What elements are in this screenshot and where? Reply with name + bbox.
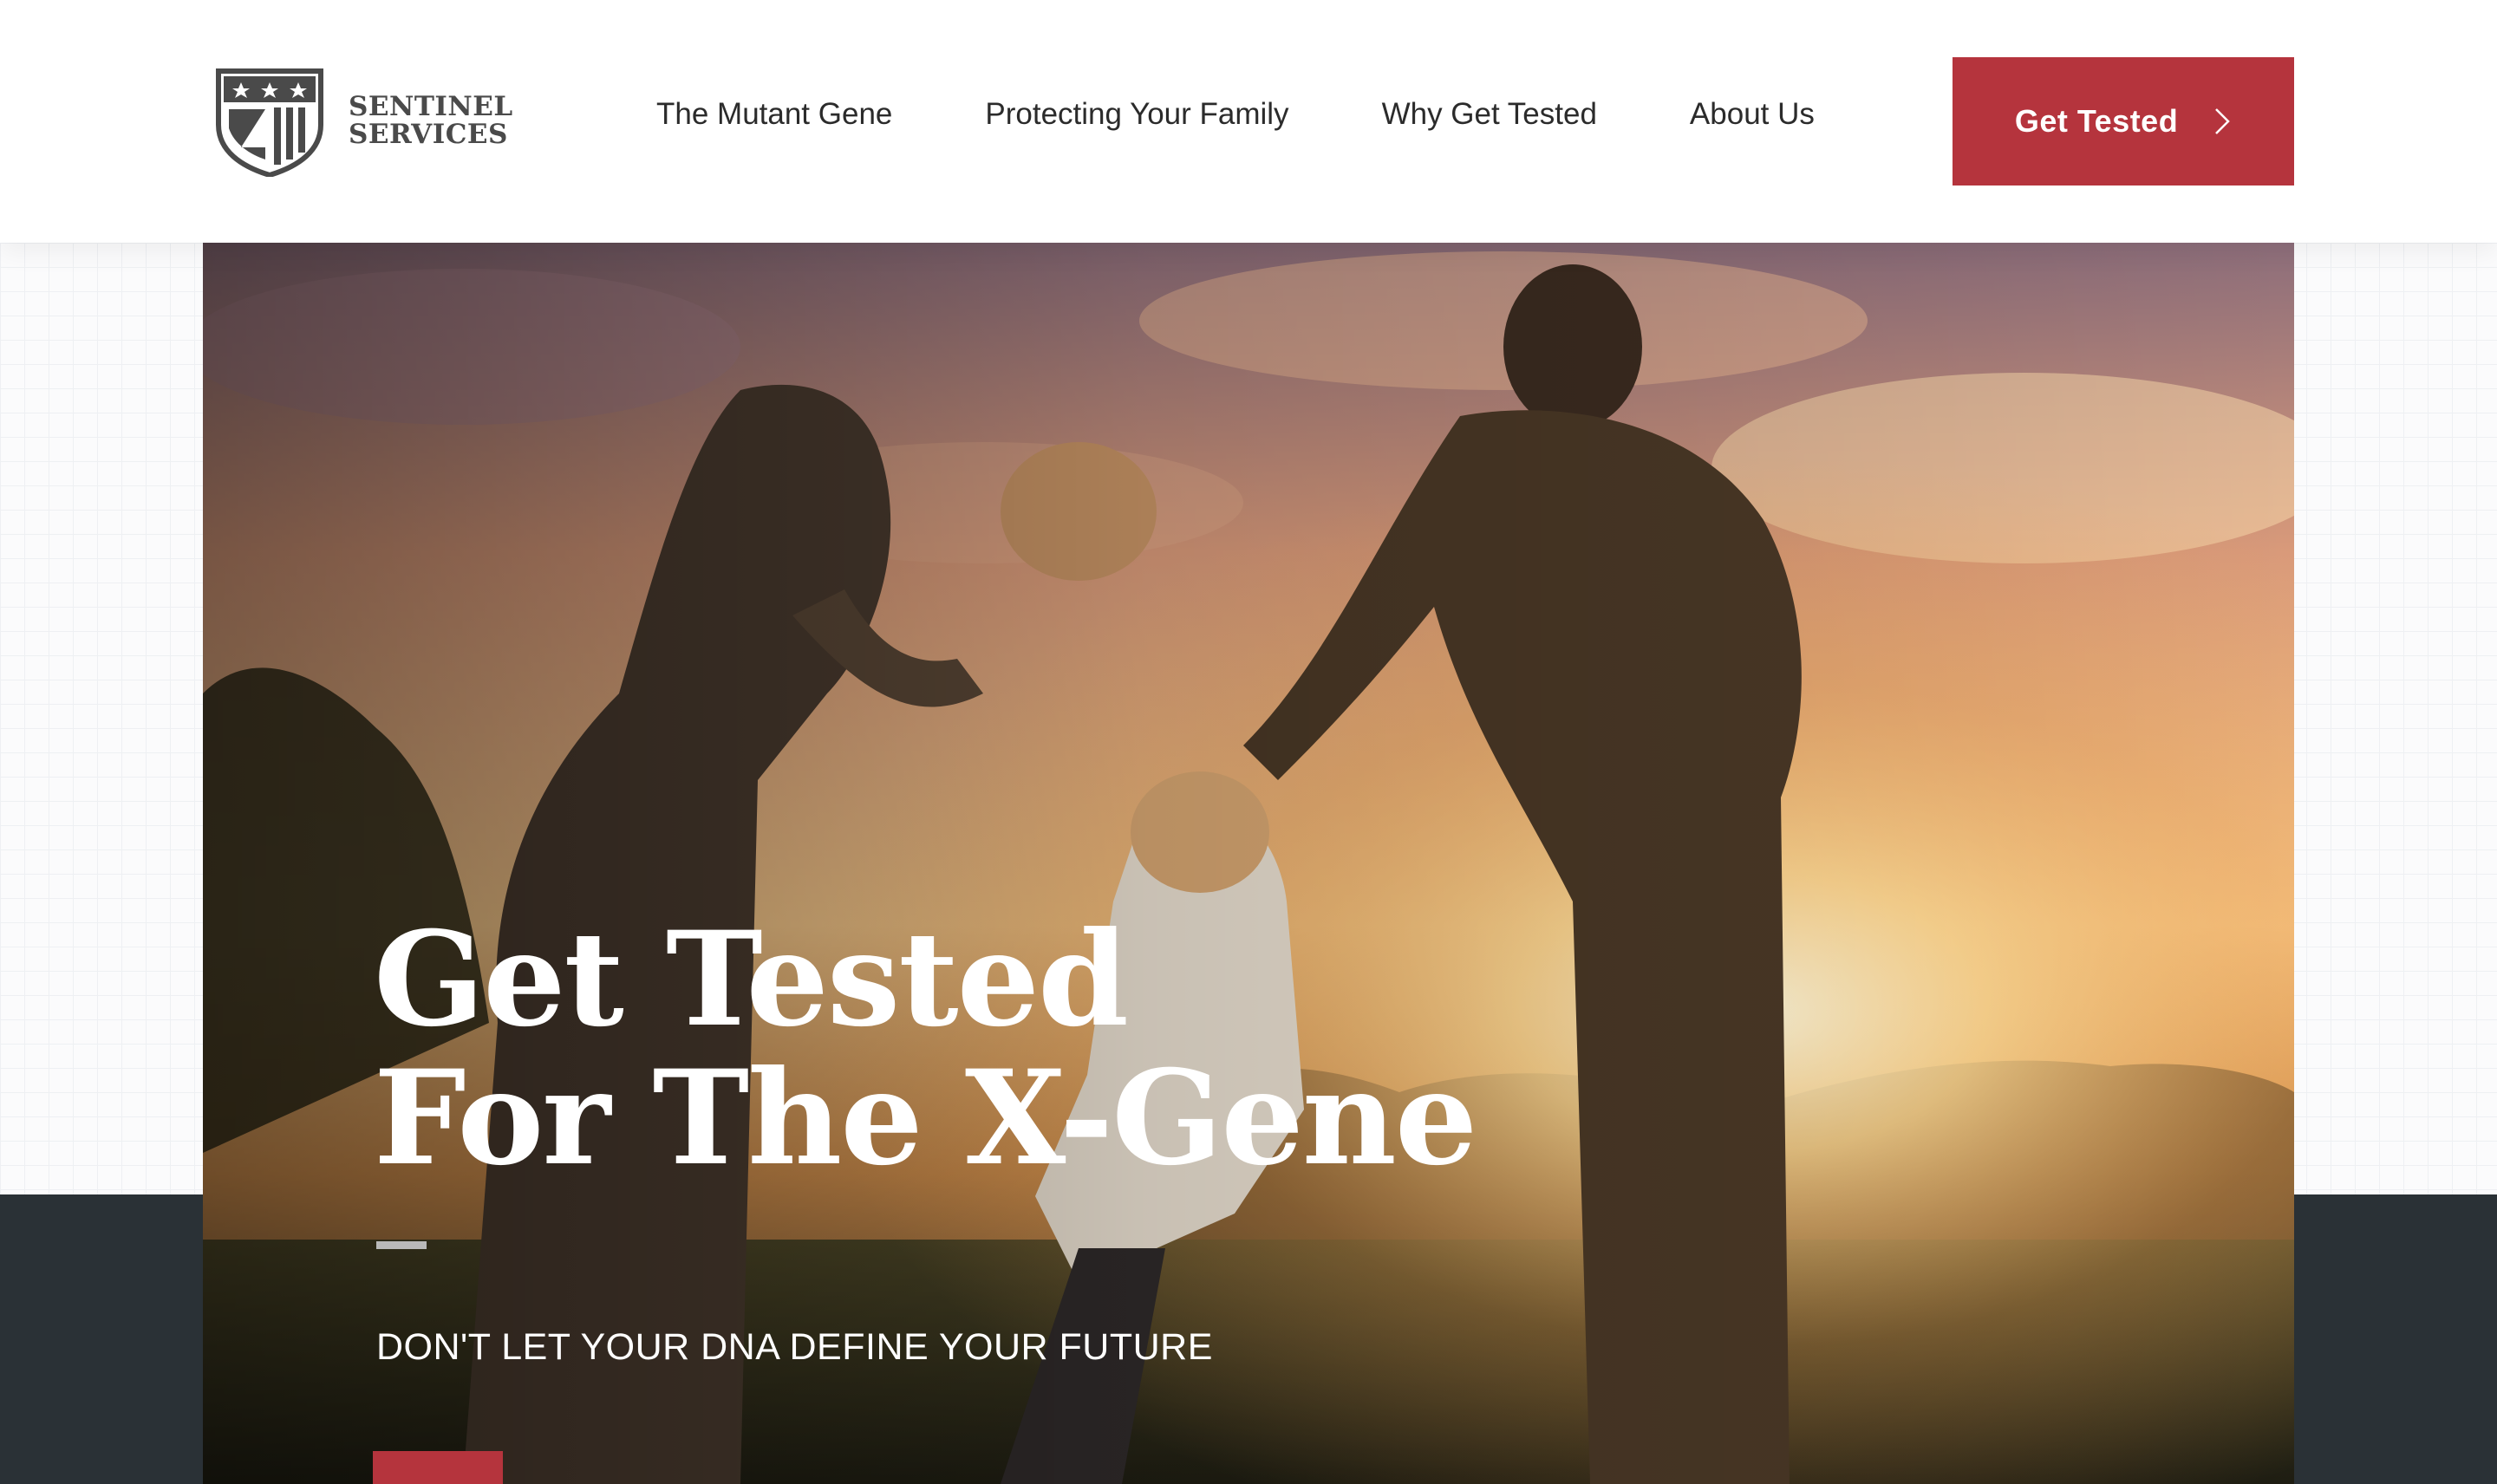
nav-item-about-us[interactable]: About Us <box>1690 97 1815 132</box>
hero-divider <box>376 1241 427 1249</box>
get-tested-button-label: Get Tested <box>2014 103 2179 139</box>
nav-item-mutant-gene[interactable]: The Mutant Gene <box>656 97 892 132</box>
get-tested-button[interactable]: Get Tested <box>1953 57 2294 186</box>
hero-tagline: DON'T LET YOUR DNA DEFINE YOUR FUTURE <box>376 1326 1213 1368</box>
shield-stars-icon <box>216 68 323 177</box>
hero-title-line1: Get Tested <box>374 903 1129 1056</box>
nav-item-protecting-family[interactable]: Protecting Your Family <box>985 97 1288 132</box>
brand-name-line2: SERVICES <box>349 119 508 150</box>
hero-title-line2: For The X-Gene <box>374 1042 1477 1194</box>
site-header: SENTINEL SERVICES The Mutant Gene Protec… <box>0 0 2497 243</box>
hero-section: Get Tested For The X-Gene <box>203 243 2294 1484</box>
brand-name-line1: SENTINEL <box>349 91 513 122</box>
hero-photo <box>203 243 2294 1484</box>
nav-item-why-get-tested[interactable]: Why Get Tested <box>1382 97 1597 132</box>
main-nav: The Mutant Gene Protecting Your Family W… <box>656 97 1815 132</box>
page: SENTINEL SERVICES The Mutant Gene Protec… <box>0 0 2497 1484</box>
chevron-right-icon <box>2215 108 2230 134</box>
brand-logo[interactable]: SENTINEL SERVICES <box>212 64 513 177</box>
hero-cta-button[interactable] <box>373 1451 503 1484</box>
hero-title: Get Tested For The X-Gene <box>374 903 1477 1194</box>
brand-name: SENTINEL SERVICES <box>349 93 513 148</box>
